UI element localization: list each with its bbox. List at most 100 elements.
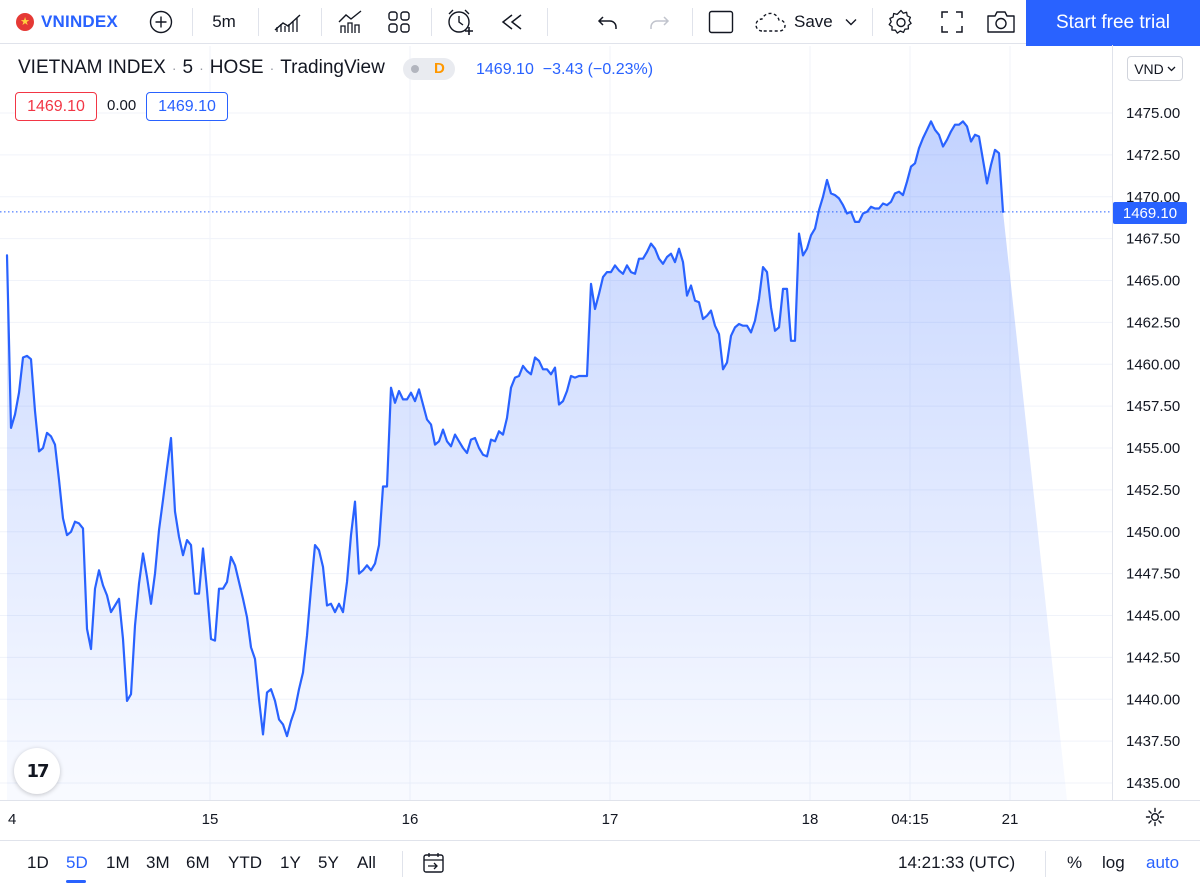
replay-button[interactable] <box>498 0 526 44</box>
screenshot-button[interactable] <box>985 0 1017 44</box>
toolbar-divider <box>258 8 259 36</box>
alert-button[interactable] <box>444 0 476 44</box>
redo-button[interactable] <box>645 0 673 44</box>
toolbar-divider <box>192 8 193 36</box>
symbol-search-button[interactable]: VNINDEX <box>16 0 118 44</box>
range-5d-button[interactable]: 5D <box>66 853 88 873</box>
fullscreen-icon <box>941 11 963 33</box>
status-dot-icon <box>411 65 419 73</box>
price-axis-tick-label: 1440.00 <box>1126 691 1180 708</box>
save-label: Save <box>794 12 833 31</box>
camera-icon <box>987 11 1015 33</box>
layout-button[interactable] <box>706 0 736 44</box>
legend-symbol-name: VIETNAM INDEX <box>18 57 166 78</box>
cloud-save-icon <box>755 12 786 32</box>
price-axis-tick-label: 1455.00 <box>1126 440 1180 457</box>
time-axis[interactable]: 4 15 16 17 18 04:15 21 <box>8 811 1018 828</box>
interval-button[interactable]: 5m <box>204 0 244 44</box>
range-all-button[interactable]: All <box>357 853 376 873</box>
vietnam-flag-icon <box>16 13 34 31</box>
goto-date-button[interactable] <box>422 852 446 879</box>
price-axis-tick-label: 1457.50 <box>1126 398 1180 415</box>
tradingview-logo[interactable]: 17 <box>14 748 60 794</box>
time-axis-tick-label: 18 <box>802 811 819 828</box>
axis-settings-icon[interactable] <box>1145 807 1165 827</box>
toolbar-divider <box>431 8 432 36</box>
indicators-button[interactable] <box>334 0 366 44</box>
price-axis-tick-label: 1450.00 <box>1126 524 1180 541</box>
undo-button[interactable] <box>594 0 622 44</box>
indicators-icon <box>338 10 362 33</box>
templates-button[interactable] <box>384 0 414 44</box>
range-ytd-button[interactable]: YTD <box>228 853 262 873</box>
price-axis-tick-label: 1460.00 <box>1126 356 1180 373</box>
bottom-toolbar: 1D 5D 1M 3M 6M YTD 1Y 5Y All 14:21:33 (U… <box>0 840 1200 886</box>
interval-label: 5m <box>212 12 236 31</box>
spread-value: 0.00 <box>107 97 137 114</box>
calendar-range-icon <box>423 853 444 873</box>
tradingview-logo-icon: 17 <box>26 760 49 782</box>
time-axis-tick-label: 17 <box>602 811 619 828</box>
chart-style-button[interactable] <box>272 0 304 44</box>
time-axis-tick-label: 15 <box>202 811 219 828</box>
legend-separator: · <box>199 60 204 76</box>
buy-price-box[interactable]: 1469.10 <box>146 92 228 121</box>
price-axis-tick-label: 1435.00 <box>1126 775 1180 792</box>
settings-icon <box>888 9 912 34</box>
range-3m-button[interactable]: 3M <box>146 853 170 873</box>
price-axis-tick-label: 1452.50 <box>1126 482 1180 499</box>
price-axis-tick-label: 1437.50 <box>1126 733 1180 750</box>
legend-change: −3.43 <box>542 61 584 78</box>
undo-icon <box>597 16 617 29</box>
legend-separator: · <box>269 60 275 76</box>
legend-title[interactable]: VIETNAM INDEX · 5 · HOSE · TradingView <box>18 57 385 79</box>
percent-scale-toggle[interactable]: % <box>1067 853 1082 873</box>
sell-price-box[interactable]: 1469.10 <box>15 92 97 121</box>
redo-icon <box>650 16 670 29</box>
settings-button[interactable] <box>886 0 916 44</box>
time-axis-tick-label: 4 <box>8 811 16 828</box>
price-axis-tick-label: 1462.50 <box>1126 314 1180 331</box>
save-menu-button[interactable] <box>842 0 860 44</box>
add-symbol-button[interactable] <box>147 0 175 44</box>
utc-clock[interactable]: 14:21:33 (UTC) <box>898 853 1015 873</box>
price-axis-tick-label: 1475.00 <box>1126 105 1180 122</box>
price-area-fill <box>7 121 1067 800</box>
auto-scale-toggle[interactable]: auto <box>1146 853 1179 873</box>
delay-badge-label: D <box>434 60 445 77</box>
chevron-down-icon <box>1167 66 1176 71</box>
symbol-label: VNINDEX <box>41 12 118 31</box>
market-status-badge[interactable]: D <box>403 58 455 80</box>
bottom-divider <box>1045 851 1046 877</box>
price-axis-tick-label: 1442.50 <box>1126 649 1180 666</box>
top-toolbar: VNINDEX 5m Save <box>0 0 1200 46</box>
legend-exchange: HOSE <box>209 57 264 78</box>
log-scale-toggle[interactable]: log <box>1102 853 1125 873</box>
range-1d-button[interactable]: 1D <box>27 853 49 873</box>
toolbar-divider <box>321 8 322 36</box>
price-axis-tick-label: 1447.50 <box>1126 566 1180 583</box>
start-free-trial-button[interactable]: Start free trial <box>1026 0 1200 46</box>
save-button[interactable]: Save <box>754 0 833 44</box>
currency-selector[interactable]: VND <box>1127 56 1183 81</box>
toolbar-divider <box>692 8 693 36</box>
toolbar-divider <box>872 8 873 36</box>
price-chart[interactable]: 1475.001472.501470.001467.501465.001462.… <box>0 45 1200 886</box>
time-axis-tick-label: 04:15 <box>891 811 929 828</box>
add-symbol-icon <box>149 10 173 34</box>
range-5y-button[interactable]: 5Y <box>318 853 339 873</box>
range-6m-button[interactable]: 6M <box>186 853 210 873</box>
replay-icon <box>501 14 522 30</box>
last-price-label: 1469.10 <box>1113 202 1187 224</box>
price-axis-tick-label: 1472.50 <box>1126 147 1180 164</box>
fullscreen-button[interactable] <box>938 0 966 44</box>
time-axis-tick-label: 16 <box>402 811 419 828</box>
templates-icon <box>388 11 410 33</box>
bar-style-icon <box>274 14 301 32</box>
range-1m-button[interactable]: 1M <box>106 853 130 873</box>
layout-icon <box>708 10 734 34</box>
legend-source: TradingView <box>280 57 385 78</box>
time-axis-tick-label: 21 <box>1002 811 1019 828</box>
range-1y-button[interactable]: 1Y <box>280 853 301 873</box>
bottom-divider <box>402 851 403 877</box>
